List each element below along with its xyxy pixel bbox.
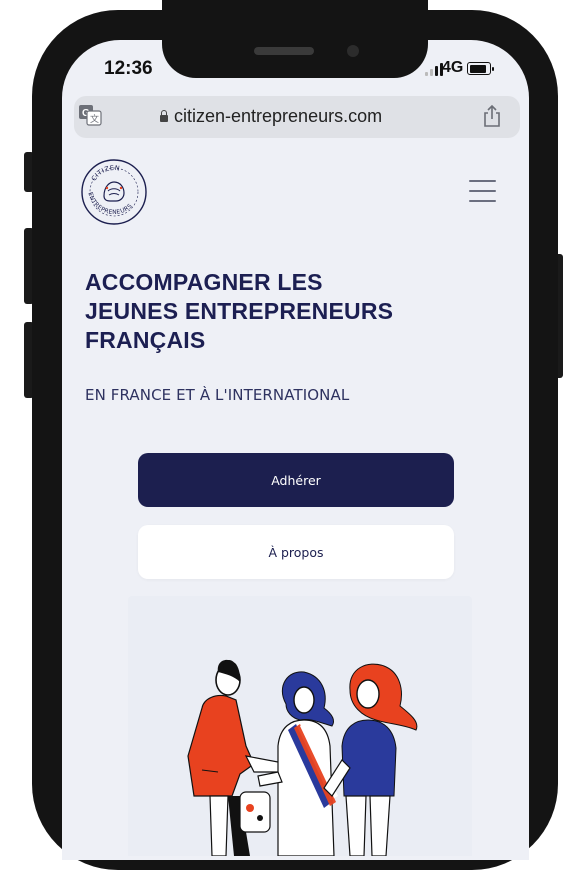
logo-text-bottom: ENTREPRENEURS (86, 191, 133, 216)
speaker-grille (254, 47, 314, 55)
phone-notch (162, 0, 428, 78)
signal-icon (425, 62, 443, 76)
share-icon[interactable] (482, 104, 502, 128)
front-camera (347, 45, 359, 57)
svg-text:ENTREPRENEURS: ENTREPRENEURS (86, 191, 133, 216)
url-text: citizen-entrepreneurs.com (174, 106, 383, 126)
address-text[interactable]: citizen-entrepreneurs.com (160, 106, 382, 127)
status-time: 12:36 (104, 58, 153, 79)
hero-title-line: JEUNES ENTREPRENEURS (85, 298, 394, 324)
hamburger-menu-icon[interactable] (469, 180, 496, 202)
hero-title-line: FRANÇAIS (85, 327, 206, 353)
hero-title-line: ACCOMPAGNER LES (85, 269, 323, 295)
join-button[interactable]: Adhérer (138, 453, 454, 507)
svg-text:文: 文 (90, 113, 99, 125)
site-logo[interactable]: CITIZEN ENTREPRENEURS (80, 158, 148, 226)
lock-icon (160, 110, 168, 122)
battery-icon (467, 62, 494, 75)
about-button[interactable]: À propos (138, 525, 454, 579)
translate-icon[interactable]: G 文 (78, 104, 102, 126)
hero-subtitle: EN FRANCE ET À L'INTERNATIONAL (85, 386, 350, 404)
hero-illustration (128, 596, 472, 857)
hero-title: ACCOMPAGNER LES JEUNES ENTREPRENEURS FRA… (85, 268, 425, 355)
people-illustration (187, 659, 418, 857)
network-type: 4G (442, 59, 464, 76)
